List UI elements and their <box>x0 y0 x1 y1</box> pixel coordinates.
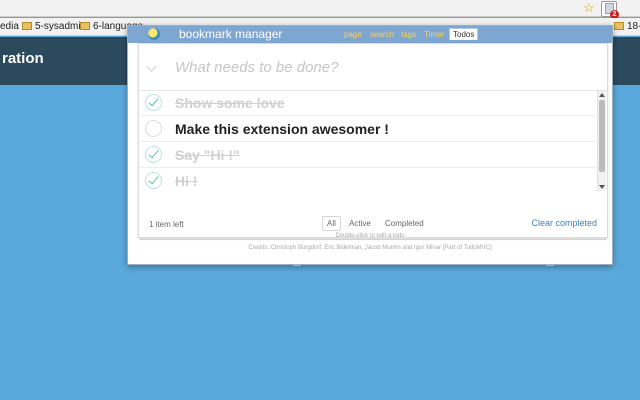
nav-tab-search[interactable]: search <box>370 30 394 39</box>
todo-label[interactable]: Make this extension awesomer ! <box>175 121 389 137</box>
filter-active[interactable]: Active <box>344 216 376 231</box>
browser-toolbar: ☆ 2 <box>0 0 640 19</box>
bookmark-star-icon[interactable]: ☆ <box>583 1 595 15</box>
filter-all[interactable]: All <box>322 216 341 231</box>
toggle-all-chevron-icon[interactable] <box>146 61 157 72</box>
credits-text: Credits: Christoph Burgdorf, Eric Bidelm… <box>248 245 492 251</box>
scroll-down-arrow-icon[interactable] <box>599 185 605 189</box>
todo-checkbox-checked-icon[interactable] <box>145 172 162 189</box>
new-todo-input[interactable] <box>175 56 595 78</box>
nav-tab-page[interactable]: page <box>344 30 362 39</box>
todo-checkbox-checked-icon[interactable] <box>145 94 162 111</box>
nav-tab-todos[interactable]: Todos <box>449 28 479 40</box>
folder-icon <box>80 22 90 30</box>
new-todo-row <box>139 44 607 91</box>
todo-label[interactable]: Show some love <box>175 95 285 111</box>
items-left-count: 1 item left <box>149 220 184 229</box>
app-logo-icon <box>148 28 160 40</box>
todo-checkbox-unchecked-icon[interactable] <box>145 120 162 137</box>
bookmark-item[interactable]: edia <box>0 21 19 32</box>
nav-tab-timer[interactable]: Timer <box>424 30 444 39</box>
folder-icon <box>614 22 624 30</box>
folder-icon <box>22 22 32 30</box>
clear-completed-button[interactable]: Clear completed <box>531 218 597 228</box>
todo-item[interactable]: Show some love <box>139 90 601 116</box>
bookmark-folder[interactable]: 18- <box>614 21 640 32</box>
scrollbar-thumb[interactable] <box>599 100 605 172</box>
todo-label[interactable]: Hi ! <box>175 173 198 189</box>
extension-popup: bookmark manager page search tags Timer … <box>127 25 613 265</box>
nav-tab-tags[interactable]: tags <box>401 30 416 39</box>
todo-item[interactable]: Hi ! <box>139 168 601 193</box>
list-scrollbar[interactable] <box>597 91 606 191</box>
extension-button[interactable]: 2 <box>601 1 619 19</box>
popup-header: bookmark manager page search tags Timer … <box>128 26 612 43</box>
filter-completed[interactable]: Completed <box>380 216 429 231</box>
todo-item[interactable]: Say "Hi !" <box>139 142 601 168</box>
todo-label[interactable]: Say "Hi !" <box>175 147 240 163</box>
todo-list: Show some love Make this extension aweso… <box>139 90 601 193</box>
edit-hint: Double-click to edit a todo <box>335 233 405 239</box>
bookmark-folder[interactable]: 5-sysadmin <box>22 21 86 32</box>
scroll-up-arrow-icon[interactable] <box>599 93 605 97</box>
app-title: bookmark manager <box>179 27 283 41</box>
page-title: ration <box>2 50 44 67</box>
todo-checkbox-checked-icon[interactable] <box>145 146 162 163</box>
todo-card: Show some love Make this extension aweso… <box>138 43 608 238</box>
todo-item[interactable]: Make this extension awesomer ! <box>139 116 601 142</box>
